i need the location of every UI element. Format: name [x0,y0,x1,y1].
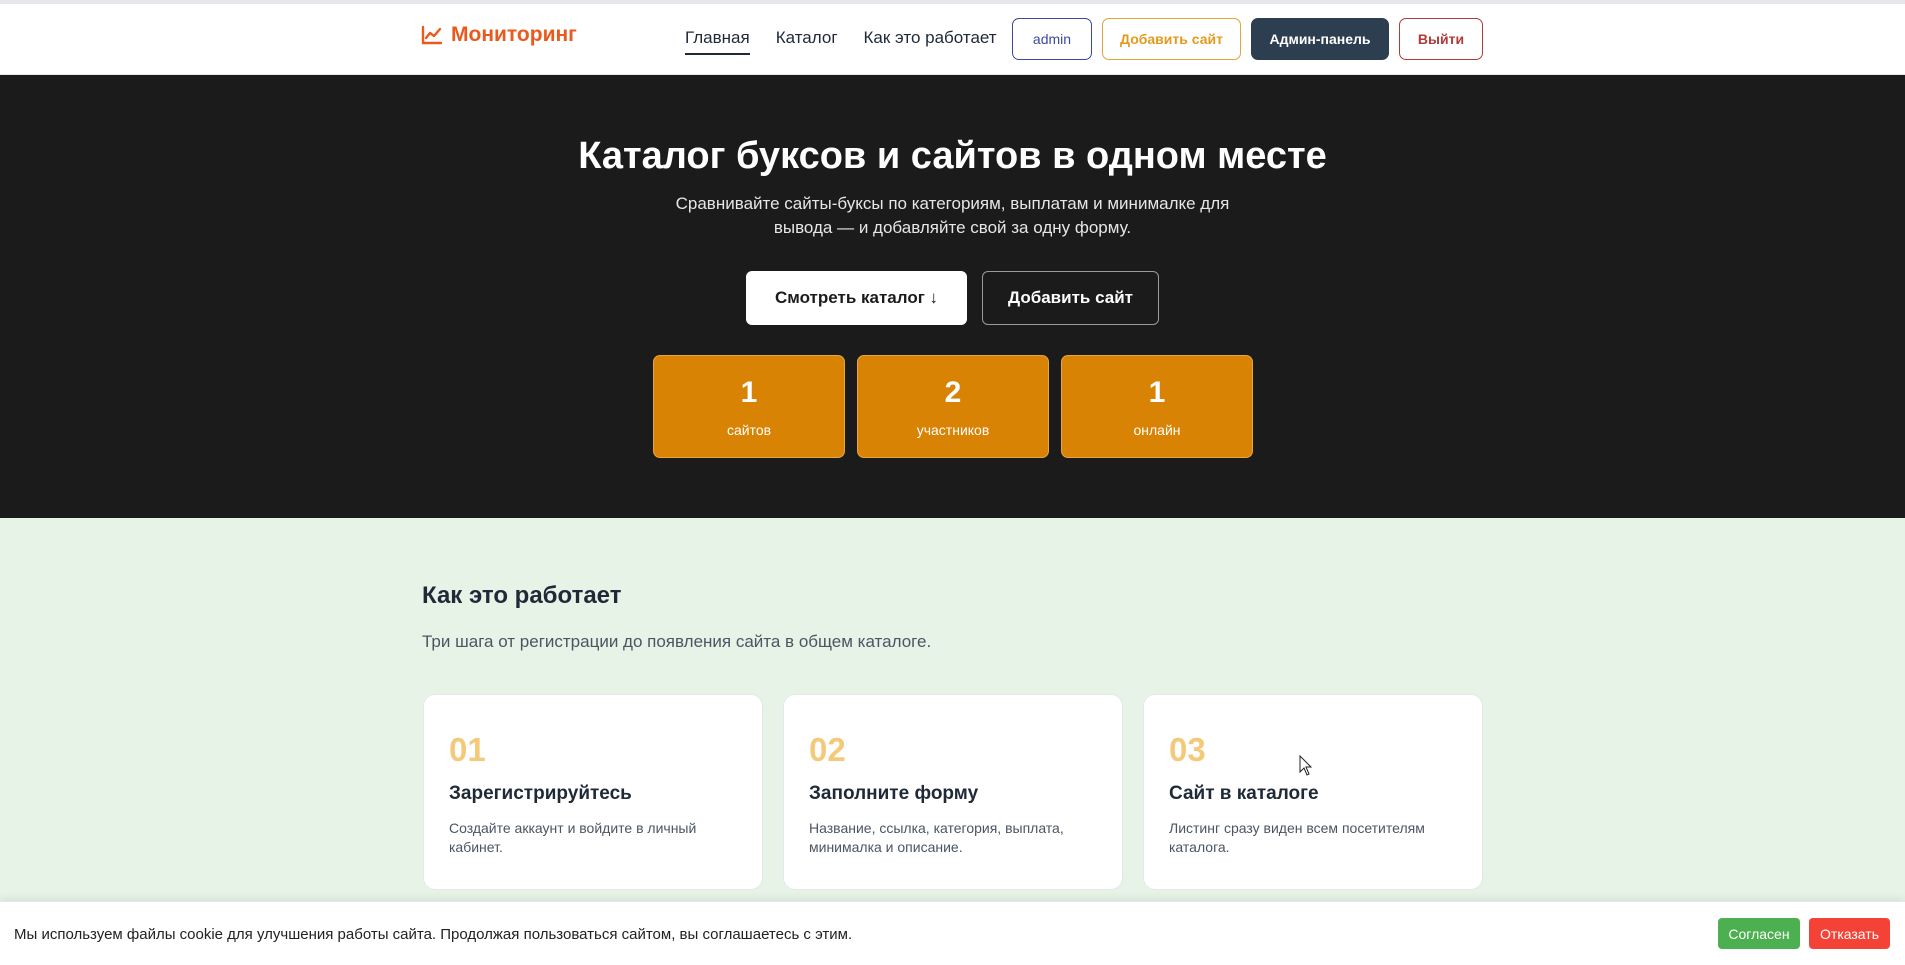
cookie-banner: Мы используем файлы cookie для улучшения… [0,901,1905,965]
hero-subtitle: Сравнивайте сайты-буксы по категориям, в… [675,194,1230,237]
stat-value: 1 [1148,376,1166,409]
step-card: 03 Сайт в каталоге Листинг сразу виден в… [1143,694,1483,890]
mouse-cursor-icon [1299,755,1313,776]
stat-value: 2 [944,376,962,409]
stat-online: 1 онлайн [1061,355,1253,458]
stat-label: онлайн [1133,422,1181,438]
nav-home[interactable]: Главная [685,28,750,55]
nav-how-it-works[interactable]: Как это работает [864,28,997,55]
admin-panel-button[interactable]: Админ-панель [1251,18,1389,60]
stat-value: 1 [740,376,758,409]
step-number: 03 [1169,731,1206,768]
cookie-text: Мы используем файлы cookie для улучшения… [14,926,853,943]
user-button[interactable]: admin [1012,18,1092,60]
logo-text: Мониторинг [451,23,577,46]
chart-line-icon [421,25,443,45]
add-site-button[interactable]: Добавить сайт [1102,18,1241,60]
step-description: Листинг сразу виден всем посетителям кат… [1169,820,1425,855]
step-title: Сайт в каталоге [1169,783,1319,804]
hero-add-site-button[interactable]: Добавить сайт [982,271,1159,325]
cookie-accept-button[interactable]: Согласен [1718,918,1800,949]
hero-section: Каталог буксов и сайтов в одном месте Ср… [0,75,1905,518]
nav-catalog[interactable]: Каталог [776,28,838,55]
site-header: Мониторинг Главная Каталог Как это работ… [0,4,1905,75]
stat-label: сайтов [726,422,772,438]
logo[interactable]: Мониторинг [421,23,577,47]
step-number: 01 [449,731,486,768]
main-nav: Главная Каталог Как это работает [685,28,997,55]
hero-title: Каталог буксов и сайтов в одном месте [578,135,1327,177]
stat-members: 2 участников [857,355,1049,458]
step-title: Зарегистрируйтесь [449,783,632,804]
stat-sites: 1 сайтов [653,355,845,458]
step-number: 02 [809,731,846,768]
step-description: Название, ссылка, категория, выплата, ми… [809,820,1064,855]
step-card: 01 Зарегистрируйтесь Создайте аккаунт и … [423,694,763,890]
step-card: 02 Заполните форму Название, ссылка, кат… [783,694,1123,890]
section-subtitle: Три шага от регистрации до появления сай… [422,632,932,651]
step-description: Создайте аккаунт и войдите в личный каби… [449,820,697,855]
step-title: Заполните форму [809,783,979,804]
section-title: Как это работает [422,582,622,609]
how-it-works-section: Как это работает Три шага от регистрации… [422,582,1484,890]
logout-button[interactable]: Выйти [1399,18,1483,60]
cookie-decline-button[interactable]: Отказать [1809,918,1890,949]
stat-label: участников [916,422,990,438]
view-catalog-button[interactable]: Смотреть каталог ↓ [746,271,967,325]
